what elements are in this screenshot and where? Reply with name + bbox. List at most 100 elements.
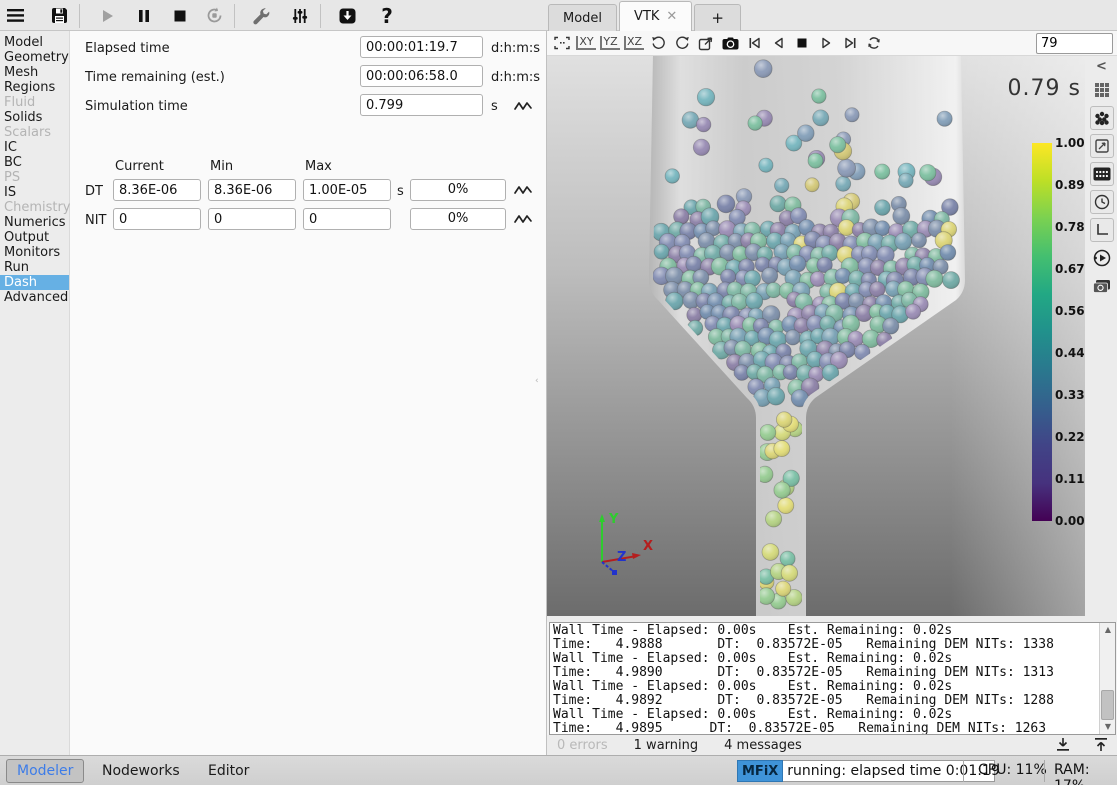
sidebar-item-monitors[interactable]: Monitors — [0, 245, 69, 260]
save-icon — [51, 7, 68, 24]
stop-playback-button[interactable] — [791, 33, 813, 54]
sliders-icon — [292, 8, 308, 24]
rotate-right-button[interactable] — [671, 33, 693, 54]
next-frame-button[interactable] — [815, 33, 837, 54]
particles-toggle-button[interactable] — [1090, 106, 1114, 130]
sidebar-item-regions[interactable]: Regions — [0, 80, 69, 95]
save-log-icon[interactable] — [1056, 737, 1070, 752]
pane-collapse-handle[interactable]: ‹ — [535, 361, 543, 401]
perspective-button[interactable] — [695, 33, 717, 54]
vtk-viewport[interactable]: Y X Z 0.79 s 1.000.890.780.670.560.440.3… — [547, 56, 1085, 616]
axes-toggle-button[interactable] — [1090, 218, 1114, 242]
snapshot-button[interactable] — [1090, 274, 1114, 298]
elapsed-time-field[interactable] — [360, 36, 483, 58]
reset-view-button[interactable] — [551, 33, 573, 54]
sidebar-item-output[interactable]: Output — [0, 230, 69, 245]
statusbar-separator — [963, 760, 964, 782]
update-button[interactable] — [332, 2, 362, 30]
errors-count[interactable]: 0 errors — [557, 738, 608, 753]
screenshot-button[interactable] — [719, 33, 741, 54]
sidebar-item-geometry[interactable]: Geometry — [0, 50, 69, 65]
save-button[interactable] — [44, 2, 74, 30]
play-circle-icon — [1093, 249, 1111, 267]
help-icon: ? — [381, 6, 393, 26]
prev-icon — [773, 37, 784, 49]
dt-max-field[interactable] — [303, 179, 391, 201]
sidebar-item-ps[interactable]: PS — [0, 170, 69, 185]
new-tab-button[interactable]: + — [694, 4, 741, 31]
sidebar-item-model[interactable]: Model — [0, 35, 69, 50]
sidebar-item-mesh[interactable]: Mesh — [0, 65, 69, 80]
mode-modeler-button[interactable]: Modeler — [6, 759, 84, 783]
build-button[interactable] — [246, 2, 276, 30]
reset-button[interactable] — [199, 2, 229, 30]
scroll-thumb[interactable] — [1101, 690, 1114, 720]
nit-max-field[interactable] — [303, 208, 391, 230]
sidebar-item-chemistry[interactable]: Chemistry — [0, 200, 69, 215]
nit-min-field[interactable] — [208, 208, 296, 230]
mode-editor-button[interactable]: Editor — [198, 759, 259, 783]
next-icon — [821, 37, 832, 49]
help-button[interactable]: ? — [372, 2, 402, 30]
frame-number-input[interactable] — [1036, 33, 1113, 54]
warnings-count[interactable]: 1 warning — [634, 738, 698, 753]
run-button[interactable] — [93, 2, 123, 30]
mesh-toggle-button[interactable] — [1090, 78, 1114, 102]
sidebar-item-solids[interactable]: Solids — [0, 110, 69, 125]
dt-current-field[interactable] — [113, 179, 201, 201]
sidebar-item-dash[interactable]: Dash — [0, 275, 69, 290]
sidebar-item-run[interactable]: Run — [0, 260, 69, 275]
menu-button[interactable] — [0, 2, 30, 30]
console-output[interactable]: Wall Time - Elapsed: 0.00s Est. Remainin… — [549, 622, 1116, 735]
scroll-up-icon[interactable]: ▲ — [1102, 624, 1114, 636]
col-header-max: Max — [305, 159, 332, 174]
time-label-toggle-button[interactable] — [1090, 190, 1114, 214]
loop-playback-button[interactable] — [863, 33, 885, 54]
perspective-icon — [698, 36, 714, 51]
rotate-left-button[interactable] — [647, 33, 669, 54]
dt-plot-icon[interactable] — [513, 183, 533, 197]
console-scrollbar[interactable]: ▲ ▼ — [1099, 623, 1115, 734]
pane-tabs: Model VTK ✕ + — [548, 0, 743, 31]
nit-current-field[interactable] — [113, 208, 201, 230]
simulation-time-field[interactable] — [360, 94, 483, 116]
messages-count[interactable]: 4 messages — [724, 738, 802, 753]
stop-button[interactable] — [165, 2, 195, 30]
stop-icon — [174, 10, 186, 22]
hamburger-icon — [7, 9, 24, 22]
play-visible-button[interactable] — [1090, 246, 1114, 270]
settings-button[interactable] — [285, 2, 315, 30]
tab-model[interactable]: Model — [548, 4, 617, 31]
sidebar-item-bc[interactable]: BC — [0, 155, 69, 170]
collapse-panel-button[interactable]: < — [1090, 58, 1114, 74]
sidebar-item-ic[interactable]: IC — [0, 140, 69, 155]
nit-plot-icon[interactable] — [513, 212, 533, 226]
view-xy-button[interactable]: XY — [575, 33, 597, 54]
scroll-down-icon[interactable]: ▼ — [1102, 721, 1114, 733]
wrench-icon — [252, 7, 270, 25]
sidebar-item-advanced[interactable]: Advanced — [0, 290, 69, 305]
dt-min-field[interactable] — [208, 179, 296, 201]
sidebar-item-numerics[interactable]: Numerics — [0, 215, 69, 230]
nodes-toggle-button[interactable] — [1090, 162, 1114, 186]
close-tab-icon[interactable]: ✕ — [666, 9, 677, 24]
scroll-to-top-icon[interactable] — [1094, 737, 1108, 752]
node-panel-icon — [1093, 167, 1111, 181]
col-header-current: Current — [115, 159, 164, 174]
sidebar-item-scalars[interactable]: Scalars — [0, 125, 69, 140]
last-frame-button[interactable] — [839, 33, 861, 54]
mode-nodeworks-button[interactable]: Nodeworks — [92, 759, 190, 783]
tab-vtk[interactable]: VTK ✕ — [619, 1, 692, 31]
toolbar-separator — [234, 4, 235, 28]
plot-history-icon[interactable] — [513, 99, 533, 113]
pause-button[interactable] — [129, 2, 159, 30]
prev-frame-button[interactable] — [767, 33, 789, 54]
view-yz-button[interactable]: YZ — [599, 33, 621, 54]
first-frame-button[interactable] — [743, 33, 765, 54]
sidebar-item-is[interactable]: IS — [0, 185, 69, 200]
play-icon — [101, 9, 115, 23]
sidebar-item-fluid[interactable]: Fluid — [0, 95, 69, 110]
geometry-toggle-button[interactable] — [1090, 134, 1114, 158]
remaining-time-field[interactable] — [360, 65, 483, 87]
view-xz-button[interactable]: XZ — [623, 33, 645, 54]
